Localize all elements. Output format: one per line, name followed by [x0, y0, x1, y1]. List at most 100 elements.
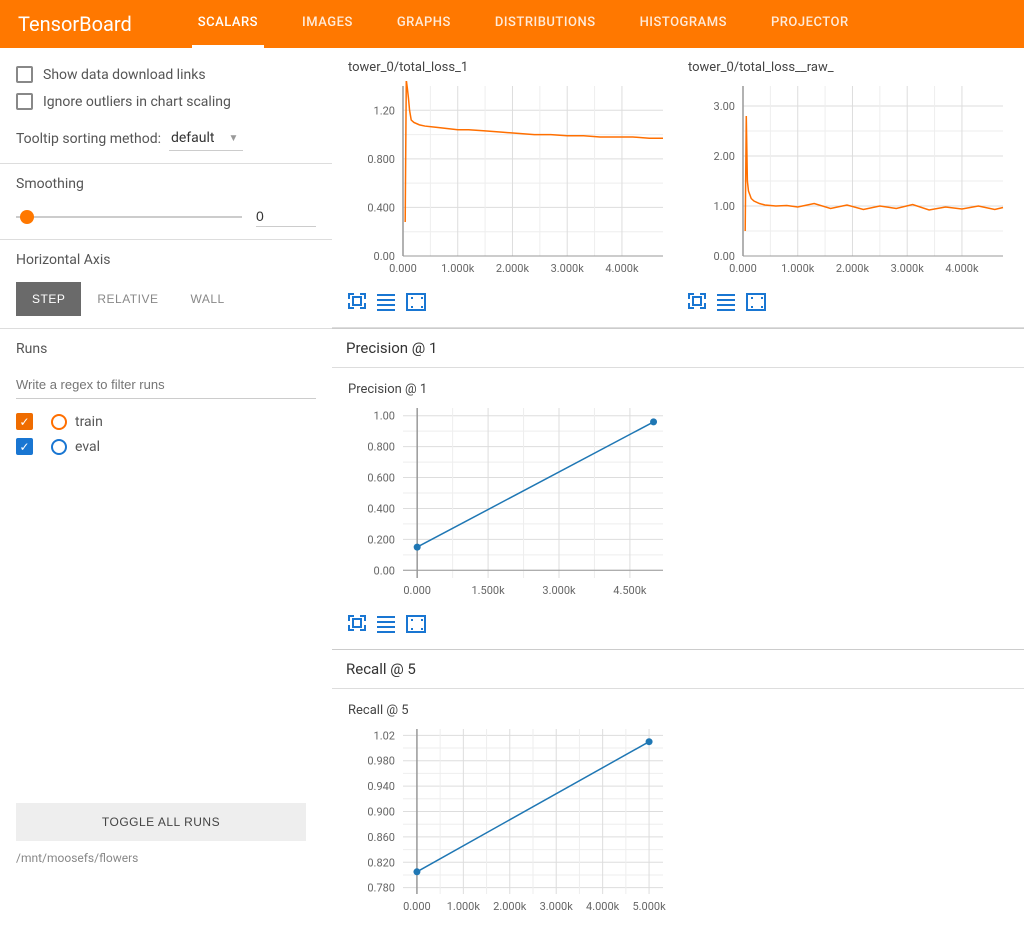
- svg-text:2.000k: 2.000k: [493, 900, 527, 913]
- sidebar: Show data download links Ignore outliers…: [0, 48, 332, 923]
- axis-btn-step[interactable]: STEP: [16, 282, 81, 316]
- smoothing-slider[interactable]: [16, 207, 242, 227]
- slider-thumb-icon: [20, 210, 34, 224]
- chart-precision-1: Precision @ 1 0.00 0.200 0.400 0.600 0.800 1.…: [348, 382, 1008, 633]
- checkbox-icon: ✓: [16, 438, 33, 455]
- axis-btn-relative[interactable]: RELATIVE: [81, 282, 174, 316]
- header: TensorBoard SCALARS IMAGES GRAPHS DISTRIBUT…: [0, 0, 1024, 48]
- svg-text:0.400: 0.400: [367, 502, 395, 515]
- svg-text:0.000: 0.000: [729, 262, 757, 275]
- chart-canvas: 0.001.002.003.000.0001.000k2.000k3.000k4…: [688, 81, 1008, 281]
- chart-recall-5: Recall @ 5 0.780 0.820 0.860 0.900 0.940 0.98…: [348, 703, 1008, 923]
- svg-text:4.000k: 4.000k: [605, 262, 639, 275]
- svg-text:1.20: 1.20: [374, 104, 395, 117]
- tab-scalars[interactable]: SCALARS: [192, 0, 264, 48]
- svg-text:4.000k: 4.000k: [586, 900, 620, 913]
- checkbox-show-download[interactable]: Show data download links: [16, 66, 316, 83]
- svg-text:1.000k: 1.000k: [447, 900, 481, 913]
- svg-text:3.00: 3.00: [714, 100, 735, 113]
- label-tooltip-sorting: Tooltip sorting method:: [16, 131, 161, 147]
- svg-text:0.00: 0.00: [374, 564, 395, 577]
- svg-text:1.02: 1.02: [374, 729, 395, 742]
- run-row-eval[interactable]: ✓ eval: [16, 438, 316, 455]
- chart-toolbar: [348, 615, 1008, 633]
- svg-text:0.800: 0.800: [367, 153, 395, 166]
- svg-text:0.000: 0.000: [403, 584, 431, 597]
- svg-text:1.500k: 1.500k: [471, 584, 505, 597]
- tooltip-sorting-row: Tooltip sorting method: default ▼: [16, 126, 316, 151]
- svg-text:1.00: 1.00: [374, 410, 395, 423]
- tooltip-sorting-select[interactable]: default: [169, 126, 243, 151]
- run-row-train[interactable]: ✓ train: [16, 413, 316, 430]
- smoothing-value-input[interactable]: [256, 206, 316, 227]
- chart-total-loss-raw: tower_0/total_loss__raw_ 0.001.002.003.0…: [688, 60, 1008, 311]
- chart-title: Precision @ 1: [348, 382, 1008, 397]
- svg-text:0.780: 0.780: [367, 882, 395, 895]
- svg-text:0.940: 0.940: [367, 780, 395, 793]
- fullscreen-icon[interactable]: [348, 293, 366, 309]
- chart-toolbar: [688, 293, 1008, 311]
- group-header-recall[interactable]: Recall @ 5: [332, 649, 1024, 689]
- tabs: SCALARS IMAGES GRAPHS DISTRIBUTIONS HISTOGRA…: [192, 0, 855, 48]
- svg-text:3.000k: 3.000k: [891, 262, 925, 275]
- tab-distributions[interactable]: DISTRIBUTIONS: [489, 0, 602, 48]
- list-icon[interactable]: [376, 293, 396, 311]
- chart-toolbar: [348, 293, 668, 311]
- chart-title: Recall @ 5: [348, 703, 1008, 718]
- runs-filter-input[interactable]: [16, 371, 316, 399]
- svg-text:0.900: 0.900: [367, 806, 395, 819]
- axis-btn-wall[interactable]: WALL: [174, 282, 240, 316]
- toggle-all-runs-button[interactable]: TOGGLE ALL RUNS: [16, 803, 306, 841]
- svg-text:3.000k: 3.000k: [542, 584, 576, 597]
- tab-images[interactable]: IMAGES: [296, 0, 359, 48]
- fullscreen-icon[interactable]: [688, 293, 706, 309]
- label-ignore-outliers: Ignore outliers in chart scaling: [43, 94, 231, 110]
- divider: [0, 239, 332, 240]
- fullscreen-icon[interactable]: [348, 615, 366, 631]
- divider: [0, 163, 332, 164]
- list-icon[interactable]: [376, 615, 396, 633]
- tab-graphs[interactable]: GRAPHS: [391, 0, 457, 48]
- fit-icon[interactable]: [406, 293, 426, 311]
- fit-icon[interactable]: [406, 615, 426, 633]
- chart-canvas: 0.780 0.820 0.860 0.900 0.940 0.980 1.02 0.000 1…: [348, 724, 668, 919]
- svg-text:3.000k: 3.000k: [540, 900, 574, 913]
- chart-canvas: 0.00 0.200 0.400 0.600 0.800 1.00 0.000 1.500k 3…: [348, 403, 668, 603]
- run-label: train: [75, 414, 103, 430]
- main-content: tower_0/total_loss_1 0.00 0.400 0.800 1.20 0…: [332, 48, 1024, 923]
- chart-total-loss-1: tower_0/total_loss_1 0.000.4000.8001.200…: [348, 60, 668, 311]
- svg-text:0.200: 0.200: [367, 533, 395, 546]
- svg-text:2.00: 2.00: [714, 150, 735, 163]
- run-label: eval: [75, 439, 100, 455]
- svg-text:1.000k: 1.000k: [441, 262, 475, 275]
- axis-buttons: STEPRELATIVEWALL: [16, 282, 316, 316]
- svg-text:0.980: 0.980: [367, 755, 395, 768]
- svg-text:0.000: 0.000: [403, 900, 431, 913]
- group-header-precision[interactable]: Precision @ 1: [332, 328, 1024, 368]
- svg-text:2.000k: 2.000k: [836, 262, 870, 275]
- checkbox-icon: ✓: [16, 413, 33, 430]
- brand: TensorBoard: [18, 12, 132, 36]
- log-path: /mnt/moosefs/flowers: [16, 851, 316, 865]
- fit-icon[interactable]: [746, 293, 766, 311]
- svg-text:3.000k: 3.000k: [551, 262, 585, 275]
- svg-text:5.000k: 5.000k: [632, 900, 666, 913]
- label-horizontal-axis: Horizontal Axis: [16, 252, 316, 268]
- svg-text:0.000: 0.000: [389, 262, 417, 275]
- svg-text:4.500k: 4.500k: [613, 584, 647, 597]
- svg-text:0.800: 0.800: [367, 441, 395, 454]
- chart-title: tower_0/total_loss_1: [348, 60, 668, 75]
- svg-text:0.820: 0.820: [367, 856, 395, 869]
- svg-text:0.860: 0.860: [367, 831, 395, 844]
- chart-title: tower_0/total_loss__raw_: [688, 60, 1008, 75]
- svg-text:0.600: 0.600: [367, 472, 395, 485]
- radio-icon: [51, 414, 67, 430]
- runs-list: ✓ train ✓ eval: [16, 413, 316, 455]
- list-icon[interactable]: [716, 293, 736, 311]
- tab-projector[interactable]: PROJECTOR: [765, 0, 855, 48]
- divider: [0, 328, 332, 329]
- checkbox-icon: [16, 66, 33, 83]
- label-smoothing: Smoothing: [16, 176, 316, 192]
- tab-histograms[interactable]: HISTOGRAMS: [634, 0, 733, 48]
- checkbox-ignore-outliers[interactable]: Ignore outliers in chart scaling: [16, 93, 316, 110]
